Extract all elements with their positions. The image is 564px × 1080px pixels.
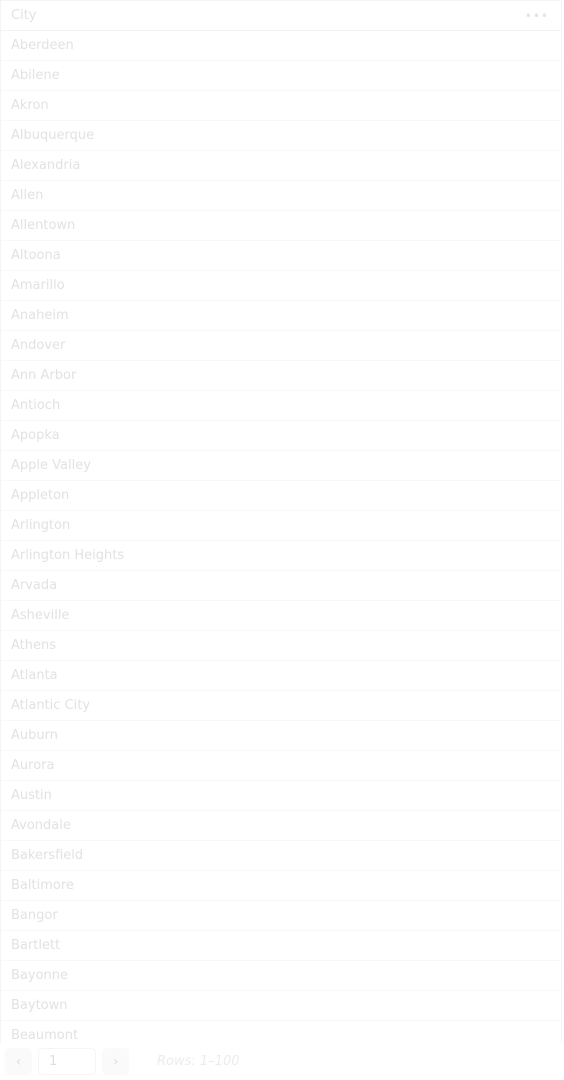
table-row[interactable]: Bartlett: [1, 931, 561, 961]
table-row[interactable]: Arlington: [1, 511, 561, 541]
table-row[interactable]: Alexandria: [1, 151, 561, 181]
table-row[interactable]: Ann Arbor: [1, 361, 561, 391]
table-row[interactable]: Asheville: [1, 601, 561, 631]
table-row[interactable]: Atlanta: [1, 661, 561, 691]
table-row[interactable]: Aurora: [1, 751, 561, 781]
table-row[interactable]: Atlantic City: [1, 691, 561, 721]
column-header-city[interactable]: City: [11, 8, 36, 23]
table-row[interactable]: Beaumont: [1, 1021, 561, 1043]
table-row[interactable]: Amarillo: [1, 271, 561, 301]
table-row[interactable]: Austin: [1, 781, 561, 811]
table-row[interactable]: Apple Valley: [1, 451, 561, 481]
rows-range-label: Rows: 1–100: [157, 1054, 240, 1069]
table-row[interactable]: Auburn: [1, 721, 561, 751]
table-row[interactable]: Bangor: [1, 901, 561, 931]
city-table: City ••• Aberdeen Abilene Akron Albuquerque…: [0, 0, 562, 1043]
chevron-right-icon: ›: [112, 1053, 119, 1070]
table-row[interactable]: Akron: [1, 91, 561, 121]
next-page-button[interactable]: ›: [102, 1048, 129, 1075]
table-row[interactable]: Appleton: [1, 481, 561, 511]
table-row[interactable]: Allen: [1, 181, 561, 211]
pagination: ‹ 1 › Rows: 1–100: [5, 1048, 240, 1075]
table-row[interactable]: Abilene: [1, 61, 561, 91]
table-row[interactable]: Albuquerque: [1, 121, 561, 151]
page-number-input[interactable]: 1: [38, 1048, 96, 1075]
table-row[interactable]: Bayonne: [1, 961, 561, 991]
table-row[interactable]: Allentown: [1, 211, 561, 241]
table-row[interactable]: Bakersfield: [1, 841, 561, 871]
table-row[interactable]: Arlington Heights: [1, 541, 561, 571]
table-row[interactable]: Avondale: [1, 811, 561, 841]
table-row[interactable]: Apopka: [1, 421, 561, 451]
table-row[interactable]: Baltimore: [1, 871, 561, 901]
table-row[interactable]: Baytown: [1, 991, 561, 1021]
table-header: City •••: [1, 1, 561, 31]
table-row[interactable]: Aberdeen: [1, 31, 561, 61]
more-horizontal-icon[interactable]: •••: [525, 9, 551, 23]
chevron-left-icon: ‹: [15, 1053, 22, 1070]
table-row[interactable]: Andover: [1, 331, 561, 361]
table-row[interactable]: Altoona: [1, 241, 561, 271]
table-row[interactable]: Anaheim: [1, 301, 561, 331]
table-row[interactable]: Athens: [1, 631, 561, 661]
table-body: Aberdeen Abilene Akron Albuquerque Alexandri…: [1, 31, 561, 1043]
table-row[interactable]: Arvada: [1, 571, 561, 601]
table-row[interactable]: Antioch: [1, 391, 561, 421]
prev-page-button[interactable]: ‹: [5, 1048, 32, 1075]
